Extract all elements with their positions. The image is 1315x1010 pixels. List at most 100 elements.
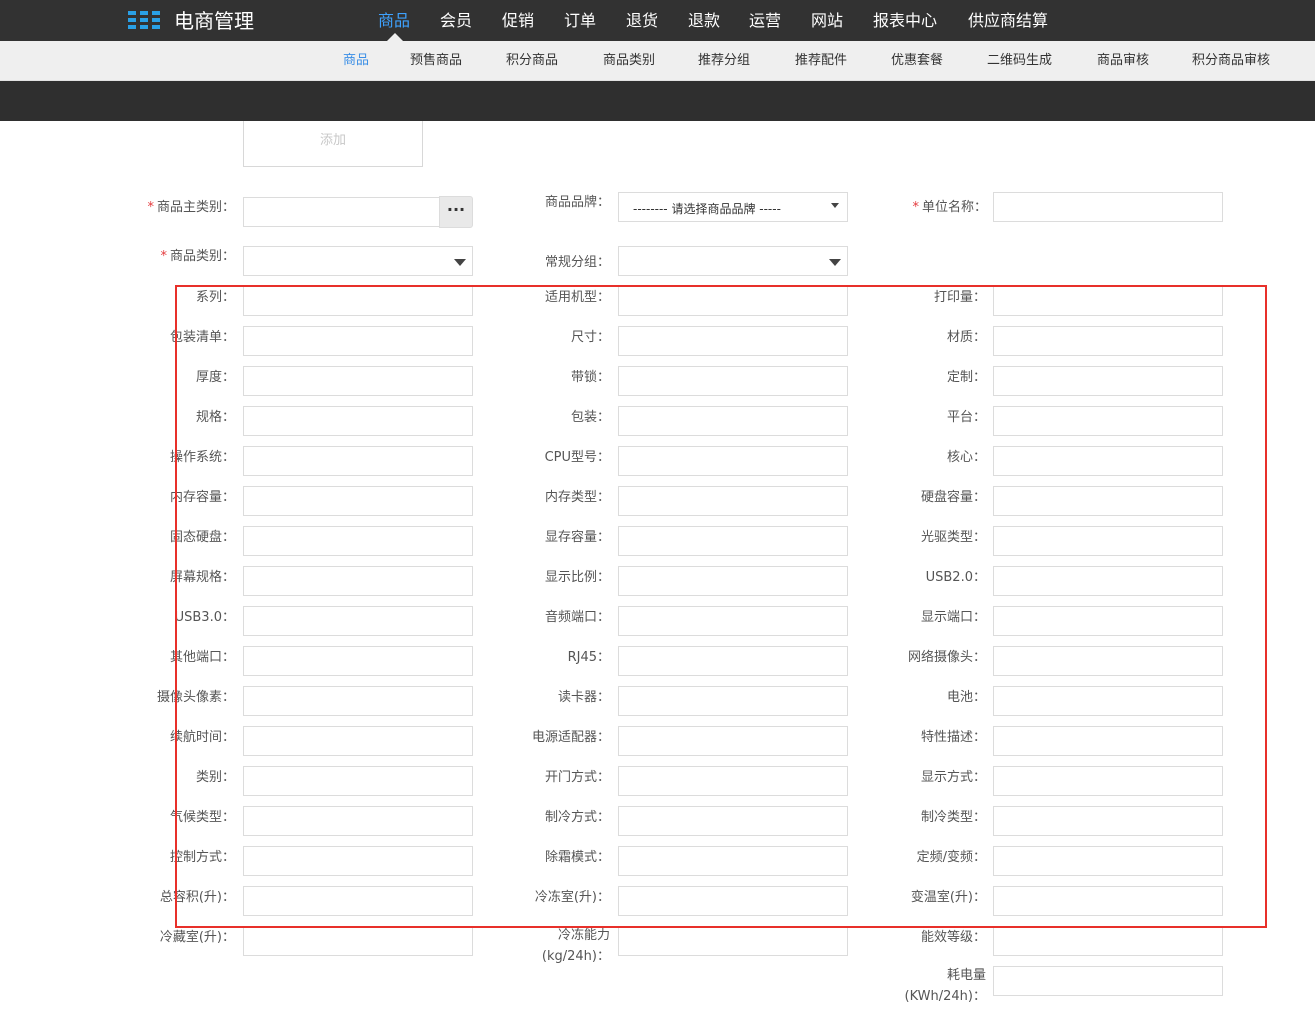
unit-name-label: * 单位名称： (912, 200, 987, 215)
attribute-label: 内存类型： (544, 490, 610, 505)
category-select[interactable] (243, 246, 473, 276)
main-category-field[interactable] (243, 197, 441, 227)
attribute-input[interactable] (618, 726, 848, 756)
attribute-input[interactable] (993, 886, 1223, 916)
attribute-input[interactable] (618, 806, 848, 836)
attribute-input[interactable] (243, 766, 473, 796)
attribute-label: 包装： (570, 410, 610, 425)
sub-nav-item[interactable]: 积分商品 (506, 41, 558, 81)
group-select[interactable] (618, 246, 848, 276)
brand-select[interactable]: -------- 请选择商品品牌 ----- (618, 192, 848, 222)
attribute-label: 定制： (946, 370, 986, 385)
attribute-input[interactable] (243, 806, 473, 836)
attribute-input[interactable] (993, 526, 1223, 556)
attribute-label: 系列： (195, 290, 235, 305)
attribute-input[interactable] (243, 606, 473, 636)
attribute-input[interactable] (618, 566, 848, 596)
category-label: * 商品类别： (160, 249, 235, 264)
attribute-input[interactable] (618, 486, 848, 516)
attribute-input[interactable] (618, 446, 848, 476)
attribute-input[interactable] (618, 286, 848, 316)
main-nav-item[interactable]: 网站 (811, 0, 843, 41)
attribute-label: USB3.0： (174, 610, 235, 625)
attribute-input[interactable] (618, 646, 848, 676)
attribute-input[interactable] (243, 926, 473, 956)
attribute-label: 气候类型： (169, 810, 235, 825)
attribute-input[interactable] (618, 526, 848, 556)
attribute-input[interactable] (618, 926, 848, 956)
attribute-label: 控制方式： (169, 850, 235, 865)
attribute-label: 适用机型： (544, 290, 610, 305)
main-nav-item[interactable]: 退货 (626, 0, 658, 41)
attribute-input[interactable] (243, 886, 473, 916)
attribute-input[interactable] (993, 326, 1223, 356)
attribute-input[interactable] (993, 926, 1223, 956)
attribute-input[interactable] (618, 686, 848, 716)
attribute-input[interactable] (243, 566, 473, 596)
attribute-input[interactable] (993, 646, 1223, 676)
attribute-input[interactable] (243, 406, 473, 436)
main-nav-item[interactable]: 退款 (688, 0, 720, 41)
main-nav-item[interactable]: 供应商结算 (968, 0, 1048, 41)
attribute-label: 网络摄像头： (907, 650, 986, 665)
attribute-input[interactable] (993, 686, 1223, 716)
sub-nav-item[interactable]: 商品审核 (1097, 41, 1149, 81)
attribute-label: 开门方式： (544, 770, 610, 785)
unit-name-field[interactable] (993, 192, 1223, 222)
attribute-label: 厚度： (195, 370, 235, 385)
attribute-input[interactable] (243, 686, 473, 716)
attribute-input[interactable] (243, 726, 473, 756)
attribute-input[interactable] (993, 486, 1223, 516)
attribute-input[interactable] (993, 806, 1223, 836)
main-nav-item[interactable]: 订单 (564, 0, 596, 41)
brand-label: 商品品牌： (544, 195, 610, 210)
attribute-label: 硬盘容量： (920, 490, 986, 505)
attribute-input[interactable] (993, 406, 1223, 436)
attribute-input[interactable] (993, 846, 1223, 876)
attribute-input[interactable] (993, 286, 1223, 316)
attribute-label: 尺寸： (570, 330, 610, 345)
attribute-input[interactable] (243, 446, 473, 476)
sub-nav-item[interactable]: 推荐分组 (698, 41, 750, 81)
attribute-input[interactable] (618, 406, 848, 436)
sub-nav-item[interactable]: 二维码生成 (987, 41, 1052, 81)
attribute-input[interactable] (993, 566, 1223, 596)
app-logo[interactable]: 电商管理 (128, 5, 254, 34)
chevron-down-icon (831, 203, 839, 208)
main-nav-item[interactable]: 促销 (502, 0, 534, 41)
attribute-input[interactable] (993, 366, 1223, 396)
sub-nav-item[interactable]: 推荐配件 (795, 41, 847, 81)
attribute-input[interactable] (618, 606, 848, 636)
attribute-input[interactable] (993, 606, 1223, 636)
attribute-input[interactable] (243, 526, 473, 556)
sub-nav-item[interactable]: 优惠套餐 (891, 41, 943, 81)
attribute-input[interactable] (243, 846, 473, 876)
main-nav-item[interactable]: 运营 (749, 0, 781, 41)
attribute-input[interactable] (993, 766, 1223, 796)
attribute-input[interactable] (618, 766, 848, 796)
main-nav-item[interactable]: 报表中心 (873, 0, 937, 41)
main-nav-item[interactable]: 会员 (440, 0, 472, 41)
category-picker-button[interactable]: ··· (439, 196, 473, 228)
add-button[interactable]: 添加 (243, 121, 423, 167)
attribute-input[interactable] (618, 886, 848, 916)
attribute-label: 音频端口： (544, 610, 610, 625)
attribute-label: 显存容量： (544, 530, 610, 545)
attribute-label: 显示方式： (920, 770, 986, 785)
attribute-input[interactable] (243, 646, 473, 676)
sub-nav-item[interactable]: 预售商品 (410, 41, 462, 81)
attribute-input[interactable] (993, 966, 1223, 996)
sub-nav-item[interactable]: 积分商品审核 (1192, 41, 1270, 81)
attribute-input[interactable] (618, 366, 848, 396)
attribute-input[interactable] (243, 486, 473, 516)
attribute-input[interactable] (618, 326, 848, 356)
more-icon: ··· (446, 200, 466, 219)
attribute-input[interactable] (993, 726, 1223, 756)
attribute-input[interactable] (243, 286, 473, 316)
attribute-input[interactable] (618, 846, 848, 876)
attribute-input[interactable] (993, 446, 1223, 476)
sub-nav-item[interactable]: 商品 (343, 41, 369, 81)
attribute-input[interactable] (243, 366, 473, 396)
sub-nav-item[interactable]: 商品类别 (603, 41, 655, 81)
attribute-input[interactable] (243, 326, 473, 356)
